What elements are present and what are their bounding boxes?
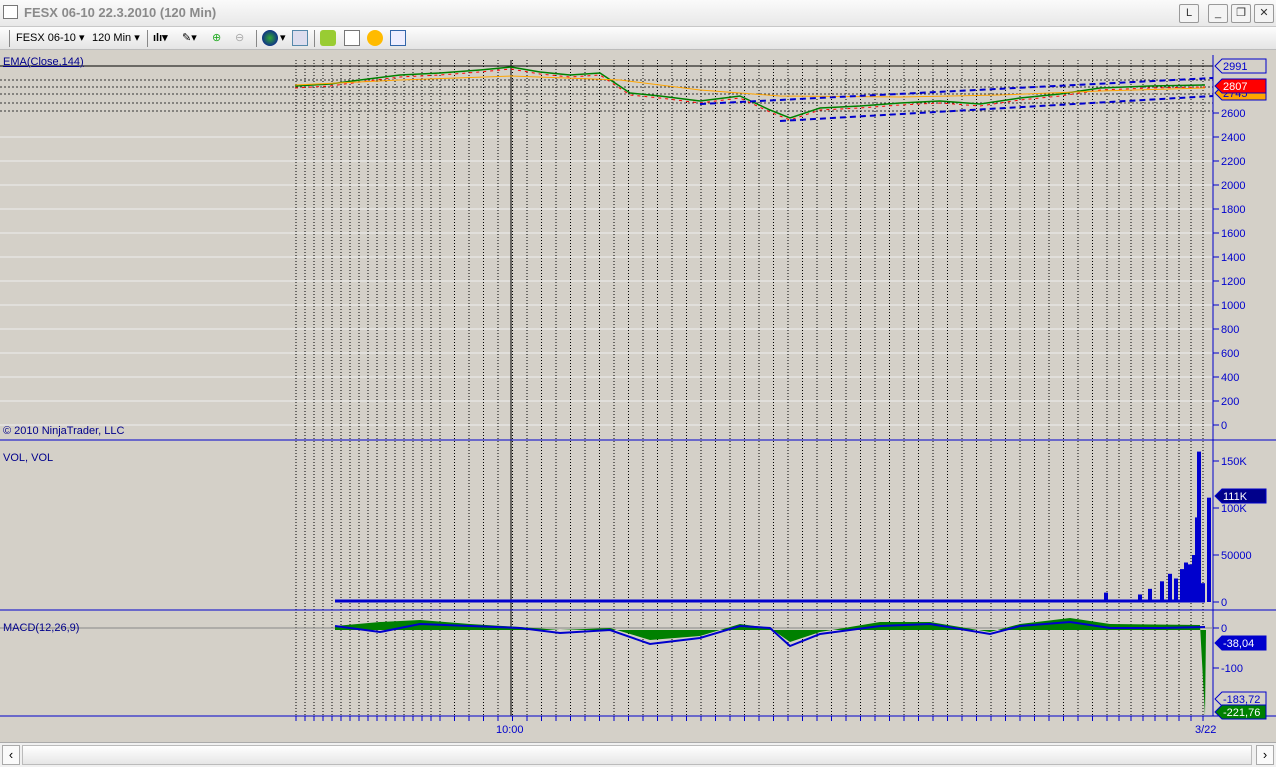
macd-diff-marker: -221,76	[1223, 707, 1260, 719]
x-axis-label: 3/22	[1195, 724, 1216, 736]
close-button[interactable]: ✕	[1254, 4, 1274, 23]
volume-bar	[1180, 569, 1184, 602]
chart-area[interactable]: 2600 2400 2200 2000 1800 1600 1400 1200 1000 800 6…	[0, 51, 1276, 741]
zoom-in-icon[interactable]: ⊕	[212, 31, 221, 44]
price-axis-label: 400	[1221, 372, 1239, 384]
price-axis-label: 2600	[1221, 108, 1245, 120]
last-price-marker: 2807	[1223, 81, 1247, 93]
drawing-tool-icon[interactable]: ✎▾	[182, 31, 197, 44]
price-axis-label: 800	[1221, 324, 1239, 336]
zoom-out-icon[interactable]: ⊖	[235, 31, 244, 44]
scroll-right-button[interactable]: ›	[1256, 745, 1274, 765]
horizontal-scrollbar[interactable]: ‹ ›	[0, 742, 1276, 767]
window-title: FESX 06-10 22.3.2010 (120 Min)	[24, 5, 217, 20]
price-axis-label: 200	[1221, 396, 1239, 408]
globe-icon[interactable]	[262, 30, 278, 46]
scroll-left-button[interactable]: ‹	[2, 745, 20, 765]
chart-canvas[interactable]: 2600240022002000180016001400120010008006…	[0, 51, 1276, 741]
chart-style-icon[interactable]: ılı▾	[153, 31, 168, 44]
toolbar: FESX 06-10 ▾ 120 Min ▾ ılı▾ ✎▾ ⊕ ⊖ ▾	[0, 27, 1276, 50]
volume-bar	[1201, 583, 1205, 602]
volume-bar	[1184, 562, 1188, 602]
price-axis-label: 1200	[1221, 276, 1245, 288]
volume-panel-label[interactable]: VOL, VOL	[3, 452, 53, 464]
data-box-icon[interactable]	[390, 30, 406, 46]
instrument-selector[interactable]: FESX 06-10 ▾	[16, 31, 85, 44]
price-axis-label: 1600	[1221, 228, 1245, 240]
price-axis-label: 1800	[1221, 204, 1245, 216]
macd-avg-marker: -183,72	[1223, 694, 1260, 706]
price-axis-label: 0	[1221, 420, 1227, 432]
volume-bar	[1160, 581, 1164, 602]
link-button[interactable]: L	[1179, 4, 1199, 23]
strategy-icon[interactable]	[320, 30, 336, 46]
volume-bar	[1197, 451, 1201, 602]
price-panel-label[interactable]: EMA(Close,144)	[3, 56, 84, 68]
indicator-icon[interactable]	[344, 30, 360, 46]
macd-marker: -38,04	[1223, 638, 1254, 650]
volume-axis-label: 150K	[1221, 456, 1247, 468]
scrollbar-thumb[interactable]	[22, 745, 1252, 765]
volume-bar	[1174, 578, 1178, 602]
copyright-text: © 2010 NinjaTrader, LLC	[3, 425, 125, 437]
volume-axis-label: 50000	[1221, 550, 1252, 562]
minimize-button[interactable]: _	[1208, 4, 1228, 23]
price-high-marker: 2991	[1223, 61, 1247, 73]
trend-channel-lower	[779, 95, 1214, 122]
price-axis-label: 2000	[1221, 180, 1245, 192]
macd-axis-label: -100	[1221, 663, 1243, 675]
trend-channel-upper	[699, 77, 1214, 105]
interval-selector[interactable]: 120 Min ▾	[92, 31, 140, 44]
macd-axis-label: 0	[1221, 623, 1227, 635]
price-axis-label: 1000	[1221, 300, 1245, 312]
chart-app-icon	[3, 5, 18, 19]
volume-bar	[1148, 588, 1152, 602]
interval-label: 120 Min	[92, 32, 132, 44]
volume-bar	[1138, 594, 1142, 602]
price-axis-label: 600	[1221, 348, 1239, 360]
instrument-label: FESX 06-10	[16, 32, 76, 44]
volume-axis-label: 0	[1221, 597, 1227, 609]
restore-button[interactable]: ❐	[1231, 4, 1251, 23]
x-axis-label: 10:00	[496, 724, 524, 736]
price-axis-label: 2400	[1221, 132, 1245, 144]
price-axis-label: 2200	[1221, 156, 1245, 168]
title-bar: FESX 06-10 22.3.2010 (120 Min) L _ ❐ ✕	[0, 0, 1276, 27]
macd-histogram	[335, 618, 1206, 716]
volume-bar	[1188, 564, 1192, 602]
properties-icon[interactable]	[292, 30, 308, 46]
chevron-down-icon[interactable]: ▾	[280, 31, 286, 44]
volume-bar	[1104, 592, 1108, 602]
volume-axis-label: 100K	[1221, 503, 1247, 515]
volume-marker: 111K	[1223, 491, 1248, 503]
price-axis-label: 1400	[1221, 252, 1245, 264]
currency-icon[interactable]	[367, 30, 383, 46]
volume-bar	[1168, 573, 1172, 602]
volume-bar	[1207, 497, 1211, 602]
macd-panel-label[interactable]: MACD(12,26,9)	[3, 622, 79, 634]
